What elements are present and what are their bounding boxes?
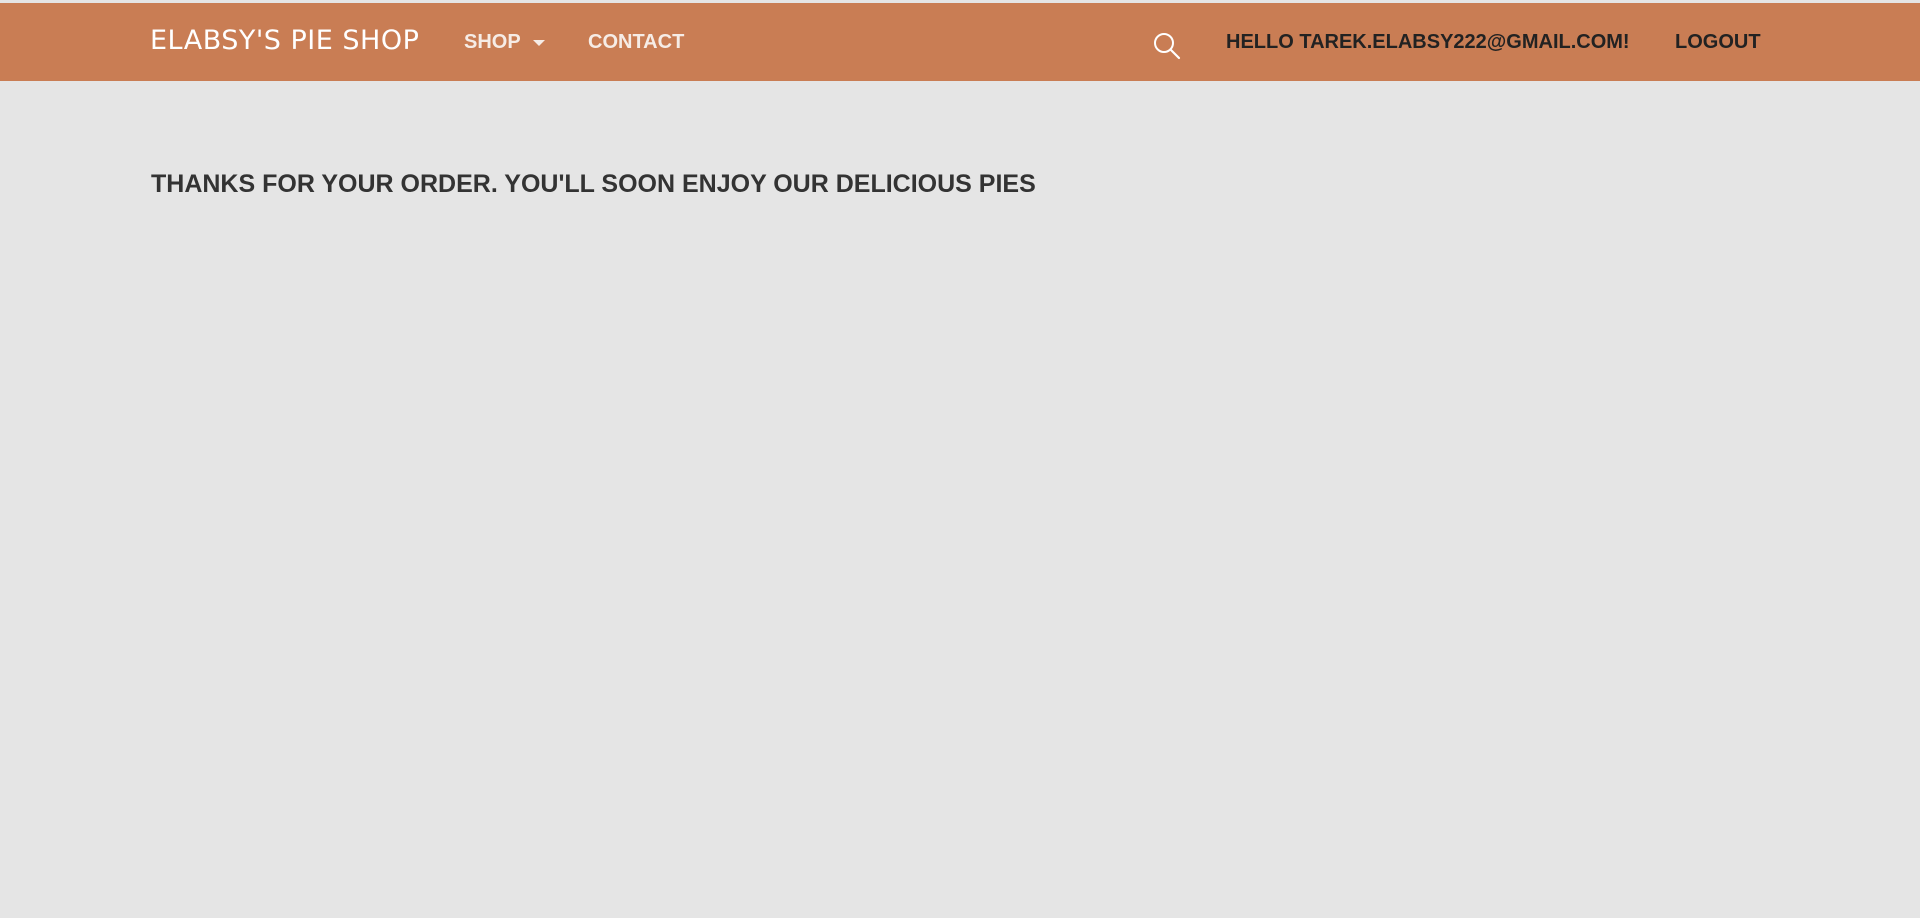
- logout-link[interactable]: LOGOUT: [1675, 31, 1761, 54]
- search-icon: [1154, 33, 1181, 60]
- shop-dropdown-toggle[interactable]: SHOP: [464, 31, 545, 54]
- navbar: ELABSY'S PIE SHOP SHOP CONTACT HELLO TAR…: [0, 3, 1920, 81]
- contact-link[interactable]: CONTACT: [588, 31, 684, 54]
- caret-down-icon: [532, 39, 545, 46]
- order-confirmation-message: THANKS FOR YOUR ORDER. YOU'LL SOON ENJOY…: [151, 170, 1036, 198]
- brand-logo-link[interactable]: ELABSY'S PIE SHOP: [150, 25, 419, 56]
- user-greeting: HELLO TAREK.ELABSY222@GMAIL.COM!: [1226, 31, 1630, 53]
- search-button[interactable]: [1152, 31, 1182, 61]
- shop-dropdown-label: SHOP: [464, 31, 521, 53]
